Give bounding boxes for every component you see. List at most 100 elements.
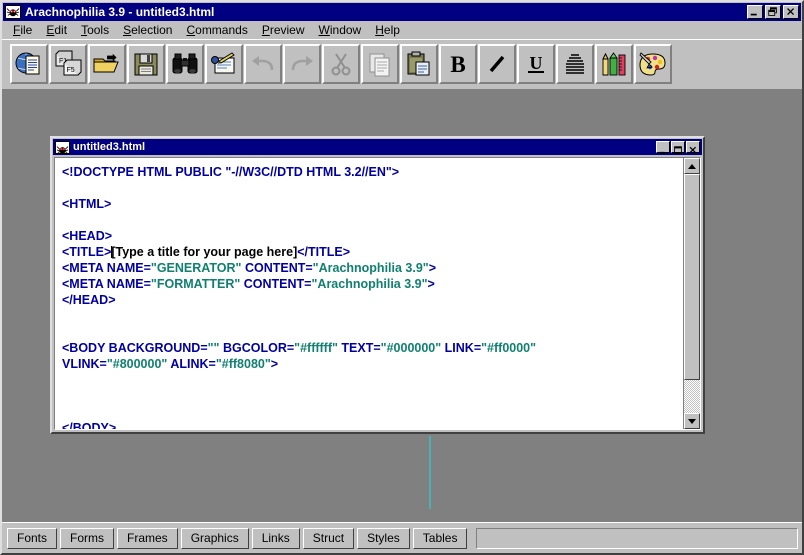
code-token: CONTENT= xyxy=(240,277,312,291)
close-button[interactable] xyxy=(783,5,799,19)
tab-frames[interactable]: Frames xyxy=(117,527,178,549)
code-line: <TITLE>[Type a title for your page here]… xyxy=(62,244,683,260)
menu-help[interactable]: Help xyxy=(368,22,407,38)
code-line: </BODY> xyxy=(62,420,683,429)
scroll-thumb[interactable] xyxy=(684,174,700,380)
fkeys-icon: F1 F5 xyxy=(55,50,82,76)
code-line: VLINK="#800000" ALINK="#ff8080"> xyxy=(62,356,683,372)
code-line: <META NAME="GENERATOR" CONTENT="Arachnop… xyxy=(62,260,683,276)
scroll-track[interactable] xyxy=(684,174,700,413)
code-token: </TITLE> xyxy=(297,245,351,259)
document-title-bar[interactable]: untitled3.html xyxy=(53,139,702,155)
code-token: VLINK= xyxy=(62,357,107,371)
copy-button[interactable] xyxy=(361,44,399,84)
colors-button[interactable] xyxy=(634,44,672,84)
binoculars-icon xyxy=(172,53,198,74)
underline-icon: U xyxy=(528,53,544,73)
window-title: Arachnophilia 3.9 - untitled3.html xyxy=(25,5,215,19)
menu-preview[interactable]: Preview xyxy=(255,22,312,38)
editor-frame: <!DOCTYPE HTML PUBLIC "-//W3C//DTD HTML … xyxy=(54,157,701,430)
code-line: </HEAD> xyxy=(62,292,683,308)
cut-button[interactable] xyxy=(322,44,360,84)
tab-struct[interactable]: Struct xyxy=(302,527,355,549)
find-button[interactable] xyxy=(166,44,204,84)
code-token: "#000000" xyxy=(380,341,442,355)
italic-icon xyxy=(489,55,505,73)
scroll-up-arrow[interactable] xyxy=(684,158,700,174)
document-title: untitled3.html xyxy=(73,141,146,153)
align-button[interactable] xyxy=(556,44,594,84)
code-token: <META NAME= xyxy=(62,277,151,291)
code-token: <TITLE> xyxy=(62,245,112,259)
tab-forms[interactable]: Forms xyxy=(60,527,115,549)
tab-links[interactable]: Links xyxy=(251,527,300,549)
scissors-icon xyxy=(331,53,351,76)
category-tab-bar: Fonts Forms Frames Graphics Links Struct… xyxy=(2,522,802,553)
menu-tools[interactable]: Tools xyxy=(74,22,116,38)
save-file-button[interactable] xyxy=(127,44,165,84)
minimize-button[interactable] xyxy=(747,5,763,19)
main-toolbar: F1 F5 B U xyxy=(2,42,802,86)
code-token: </BODY> xyxy=(62,421,117,429)
child-minimize-button[interactable] xyxy=(656,141,670,154)
menu-window[interactable]: Window xyxy=(312,22,369,38)
globe-document-icon xyxy=(15,52,40,75)
menu-edit[interactable]: Edit xyxy=(39,22,74,38)
svg-text:U: U xyxy=(530,53,543,73)
bold-icon: B xyxy=(450,52,465,77)
code-token: "" xyxy=(207,341,220,355)
svg-text:B: B xyxy=(450,52,465,77)
drag-indicator-line xyxy=(429,436,431,509)
menu-commands[interactable]: Commands xyxy=(179,22,254,38)
tab-bar-filler xyxy=(476,527,798,549)
new-html-page-button[interactable] xyxy=(10,44,48,84)
replace-button[interactable] xyxy=(205,44,243,84)
tools-button[interactable] xyxy=(595,44,633,84)
copy-pages-icon xyxy=(369,53,390,77)
italic-button[interactable] xyxy=(478,44,516,84)
floppy-disk-icon xyxy=(134,53,158,76)
paste-button[interactable] xyxy=(400,44,438,84)
code-token: TEXT= xyxy=(337,341,381,355)
redo-button[interactable] xyxy=(283,44,321,84)
paint-palette-icon xyxy=(639,52,666,76)
redo-arrow-icon xyxy=(291,56,313,71)
undo-button[interactable] xyxy=(244,44,282,84)
spider-app-icon xyxy=(5,5,21,19)
menu-file[interactable]: File xyxy=(6,22,39,38)
underline-button[interactable]: U xyxy=(517,44,555,84)
notepad-pen-icon xyxy=(211,52,235,74)
code-token: <HTML> xyxy=(62,197,112,211)
menu-bar: File Edit Tools Selection Commands Previ… xyxy=(2,21,802,39)
editor-vertical-scrollbar[interactable] xyxy=(683,158,700,429)
scroll-down-arrow[interactable] xyxy=(684,413,700,429)
pencil-ruler-icon xyxy=(602,52,626,76)
code-line: <HEAD> xyxy=(62,228,683,244)
code-token: ALINK= xyxy=(167,357,216,371)
code-token: </HEAD> xyxy=(62,293,116,307)
code-token: "#ff8080" xyxy=(215,357,271,371)
tab-tables[interactable]: Tables xyxy=(412,527,468,549)
tab-styles[interactable]: Styles xyxy=(357,527,410,549)
restore-button[interactable] xyxy=(765,5,781,19)
document-window: untitled3.html <!DOCTYPE HTML PUBLIC "-/… xyxy=(50,136,705,434)
document-window-controls xyxy=(656,141,700,154)
mdi-client-area: untitled3.html <!DOCTYPE HTML PUBLIC "-/… xyxy=(2,90,802,522)
code-token: "Arachnophilia 3.9" xyxy=(312,261,429,275)
code-token: "Arachnophilia 3.9" xyxy=(311,277,428,291)
code-line: <META NAME="FORMATTER" CONTENT="Arachnop… xyxy=(62,276,683,292)
child-close-button[interactable] xyxy=(686,141,700,153)
menu-selection[interactable]: Selection xyxy=(116,22,179,38)
source-code-editor[interactable]: <!DOCTYPE HTML PUBLIC "-//W3C//DTD HTML … xyxy=(55,158,683,429)
function-keys-button[interactable]: F1 F5 xyxy=(49,44,87,84)
open-file-button[interactable] xyxy=(88,44,126,84)
tab-graphics[interactable]: Graphics xyxy=(180,527,249,549)
child-maximize-button[interactable] xyxy=(671,141,685,154)
code-token: > xyxy=(270,357,279,371)
tab-fonts[interactable]: Fonts xyxy=(7,527,58,549)
main-title-bar: Arachnophilia 3.9 - untitled3.html xyxy=(3,3,801,21)
bold-button[interactable]: B xyxy=(439,44,477,84)
